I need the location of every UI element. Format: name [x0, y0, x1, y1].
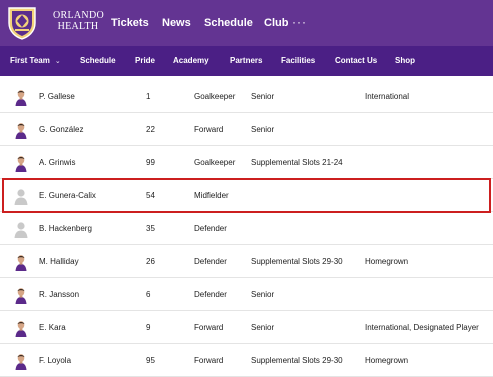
table-row[interactable]: B. Hackenberg 35 Defender: [0, 212, 493, 245]
player-position: Goalkeeper: [194, 92, 236, 101]
subnav-schedule[interactable]: Schedule: [80, 46, 116, 76]
nav-schedule[interactable]: Schedule: [204, 0, 253, 46]
table-row[interactable]: P. Gallese 1 Goalkeeper Senior International: [0, 80, 493, 113]
player-position: Goalkeeper: [194, 158, 236, 167]
table-row[interactable]: F. Loyola 95 Forward Supplemental Slots 29-…: [0, 344, 493, 377]
player-position: Defender: [194, 257, 227, 266]
table-row[interactable]: E. Kara 9 Forward Senior International, Desi…: [0, 311, 493, 344]
player-name[interactable]: B. Hackenberg: [39, 212, 92, 245]
player-avatar: [15, 156, 27, 172]
player-number: 22: [146, 125, 155, 134]
player-name[interactable]: F. Loyola: [39, 344, 71, 377]
player-roster-status: Senior: [251, 92, 275, 101]
player-designation: International: [365, 92, 410, 101]
subnav-first-team-label: First Team: [10, 56, 50, 65]
player-position: Defender: [194, 290, 227, 299]
subnav-academy[interactable]: Academy: [173, 46, 209, 76]
player-number: 6: [146, 290, 151, 299]
player-number: 35: [146, 224, 155, 233]
chevron-down-icon: ⌄: [54, 58, 61, 65]
player-avatar: [15, 321, 27, 337]
player-roster-status: Senior: [251, 125, 275, 134]
player-avatar: [15, 90, 27, 106]
table-row[interactable]: G. González 22 Forward Senior: [0, 113, 493, 146]
player-designation: International, Designated Player: [365, 323, 479, 332]
player-position: Forward: [194, 125, 224, 134]
player-number: 99: [146, 158, 155, 167]
subnav-partners[interactable]: Partners: [230, 46, 262, 76]
subnav-first-team[interactable]: First Team ⌄: [10, 46, 61, 76]
player-position: Forward: [194, 356, 224, 365]
selected-row-highlight: [2, 178, 491, 213]
subnav-pride[interactable]: Pride: [135, 46, 155, 76]
more-menu-icon[interactable]: ···: [292, 0, 307, 46]
player-name[interactable]: G. González: [39, 113, 83, 146]
avatar-placeholder-icon: [14, 222, 28, 238]
player-avatar: [15, 354, 27, 370]
player-avatar: [15, 288, 27, 304]
player-number: 9: [146, 323, 151, 332]
player-position: Defender: [194, 224, 227, 233]
player-roster-status: Supplemental Slots 21-24: [251, 158, 343, 167]
table-row[interactable]: R. Jansson 6 Defender Senior: [0, 278, 493, 311]
sponsor-wordmark-line1: ORLANDO: [53, 10, 104, 21]
player-roster-status: Senior: [251, 323, 275, 332]
player-designation: Homegrown: [365, 356, 409, 365]
player-avatar: [15, 123, 27, 139]
player-number: 95: [146, 356, 155, 365]
player-roster-status: Supplemental Slots 29-30: [251, 356, 343, 365]
top-navigation-bar: ORLANDO HEALTH Tickets News Schedule Clu…: [0, 0, 493, 46]
player-name[interactable]: A. Grinwis: [39, 146, 75, 179]
player-name[interactable]: M. Halliday: [39, 245, 79, 278]
sponsor-wordmark[interactable]: ORLANDO HEALTH: [53, 10, 104, 32]
player-number: 26: [146, 257, 155, 266]
nav-news[interactable]: News: [162, 0, 191, 46]
player-name[interactable]: R. Jansson: [39, 278, 79, 311]
secondary-navigation-bar: First Team ⌄ Schedule Pride Academy Partn…: [0, 46, 493, 76]
nav-club[interactable]: Club: [264, 0, 288, 46]
subnav-shop[interactable]: Shop: [395, 46, 415, 76]
player-roster-status: Supplemental Slots 29-30: [251, 257, 343, 266]
player-number: 1: [146, 92, 151, 101]
table-row[interactable]: M. Halliday 26 Defender Supplemental Slots …: [0, 245, 493, 278]
orlando-city-crest-logo[interactable]: [6, 6, 38, 40]
player-avatar: [15, 255, 27, 271]
player-position: Forward: [194, 323, 224, 332]
table-row[interactable]: A. Grinwis 99 Goalkeeper Supplemental Slots…: [0, 146, 493, 179]
nav-tickets[interactable]: Tickets: [111, 0, 149, 46]
player-name[interactable]: P. Gallese: [39, 80, 75, 113]
subnav-contact-us[interactable]: Contact Us: [335, 46, 377, 76]
subnav-facilities[interactable]: Facilities: [281, 46, 315, 76]
player-designation: Homegrown: [365, 257, 409, 266]
sponsor-wordmark-line2: HEALTH: [57, 21, 99, 32]
player-name[interactable]: E. Kara: [39, 311, 66, 344]
player-roster-status: Senior: [251, 290, 275, 299]
